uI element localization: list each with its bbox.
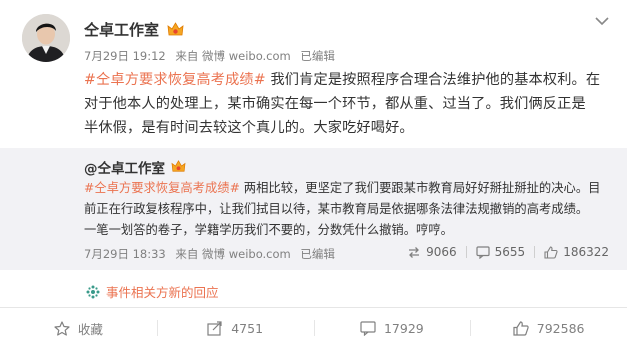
chevron-down-icon[interactable] [595, 16, 609, 26]
action-bar: 收藏 4751 17929 792586 [0, 308, 627, 348]
post-edited[interactable]: 已编辑 [300, 49, 335, 63]
repost-meta: 7月29日 18:33 来自 微博 weibo.com 已编辑 [84, 246, 341, 262]
repost-author-row: @仝卓工作室 [84, 157, 188, 177]
like-button[interactable]: 792586 [470, 308, 627, 348]
repost-action-count: 4751 [231, 320, 264, 336]
comment-icon [360, 320, 376, 336]
repost-topic-link[interactable]: #仝卓方要求恢复高考成绩# [84, 181, 240, 195]
divider [534, 246, 536, 258]
like-icon [513, 320, 529, 336]
related-event-link[interactable]: 事件相关方新的回应 [86, 282, 219, 301]
favorite-button[interactable]: 收藏 [0, 308, 157, 348]
star-icon [54, 320, 70, 336]
post-line-2: 对于他本人的处理上，某市确实在每一个环节，都从重、过当了。我们俩反正是 [84, 96, 586, 112]
favorite-label: 收藏 [77, 321, 103, 337]
comment-action-count: 17929 [383, 320, 424, 336]
related-event-label: 事件相关方新的回应 [106, 285, 219, 300]
repost-icon [207, 320, 223, 336]
repost-stat-likes[interactable]: 186322 [544, 245, 609, 259]
comment-count: 5655 [494, 245, 526, 259]
like-action-count: 792586 [536, 320, 585, 336]
repost-button[interactable]: 4751 [156, 308, 314, 348]
avatar[interactable] [22, 14, 70, 62]
repost-stat-reposts[interactable]: 9066 [407, 245, 457, 259]
repost-icon [407, 246, 421, 259]
repost-count: 9066 [426, 245, 457, 259]
post-meta: 7月29日 19:12 来自 微博 weibo.com 已编辑 [84, 48, 341, 64]
repost-author[interactable]: @仝卓工作室 [84, 157, 165, 177]
repost-line-3: 一笔一划答的卷子，学籍学历我们不要的，分数凭什么撤销。哼哼。 [84, 223, 453, 237]
post-text: 我们肯定是按照程序合理合法维护他的基本权利。在 [270, 72, 601, 88]
repost-time[interactable]: 7月29日 18:33 [84, 247, 166, 261]
topic-link[interactable]: #仝卓方要求恢复高考成绩# [84, 72, 266, 88]
repost-stat-comments[interactable]: 5655 [476, 245, 526, 259]
repost-body: #仝卓方要求恢复高考成绩# 两相比较，更坚定了我们要跟某市教育局好好掰扯掰扯的决… [84, 178, 612, 241]
comment-button[interactable]: 17929 [313, 308, 471, 348]
post-line-3: 半休假，是有时间去较这个真儿的。大家吃好喝好。 [84, 120, 414, 136]
crown-verified-icon [171, 159, 188, 175]
related-event-icon [86, 285, 100, 299]
comment-icon [476, 245, 490, 259]
crown-verified-icon [167, 22, 184, 37]
repost-text: 两相比较，更坚定了我们要跟某市教育局好好掰扯掰扯的决心。目 [243, 181, 601, 195]
repost-line-2: 前正在行政复核程序中，让我们拭目以待，某市教育局是依据哪条法律法规撤销的高考成绩… [84, 202, 589, 216]
like-icon [544, 245, 558, 259]
repost-stats: 9066 5655 186322 [407, 245, 609, 259]
author-name-row: 仝卓工作室 [84, 19, 184, 40]
repost-line-1: #仝卓方要求恢复高考成绩# 两相比较，更坚定了我们要跟某市教育局好好掰扯掰扯的决… [84, 178, 612, 199]
repost-edited[interactable]: 已编辑 [300, 247, 335, 261]
repost-source[interactable]: 来自 微博 weibo.com [175, 247, 290, 261]
post-body: #仝卓方要求恢复高考成绩# 我们肯定是按照程序合理合法维护他的基本权利。在 对于… [84, 68, 609, 140]
post-line-1: #仝卓方要求恢复高考成绩# 我们肯定是按照程序合理合法维护他的基本权利。在 [84, 68, 609, 92]
divider [465, 246, 467, 258]
author-name[interactable]: 仝卓工作室 [84, 19, 159, 40]
post-source[interactable]: 来自 微博 weibo.com [175, 49, 290, 63]
like-count: 186322 [563, 245, 609, 259]
post-time[interactable]: 7月29日 19:12 [84, 49, 166, 63]
